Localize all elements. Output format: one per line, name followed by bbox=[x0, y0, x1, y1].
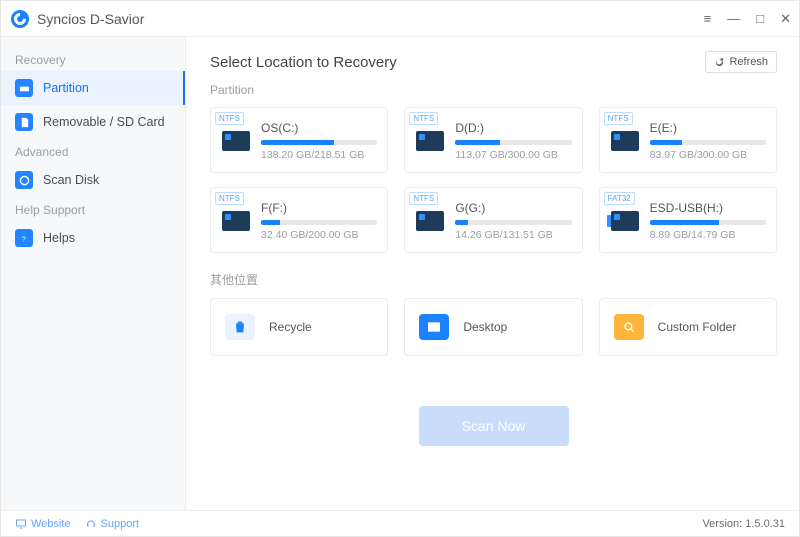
drive-icon bbox=[221, 206, 251, 236]
partition-info: F(F:) 32.40 GB/200.00 GB bbox=[261, 201, 377, 241]
filesystem-badge: NTFS bbox=[215, 112, 244, 125]
headset-icon bbox=[85, 518, 97, 530]
refresh-icon bbox=[714, 57, 725, 68]
minimize-button[interactable]: — bbox=[727, 11, 740, 26]
drive-icon bbox=[610, 126, 640, 156]
partition-icon bbox=[15, 79, 33, 97]
usage-bar bbox=[455, 140, 571, 145]
partition-card-ESD-USB(H:)[interactable]: FAT32 ESD-USB(H:) 8.89 GB/14.79 GB bbox=[599, 187, 777, 253]
sidebar-item-label: Helps bbox=[43, 231, 75, 245]
partition-name: ESD-USB(H:) bbox=[650, 201, 766, 215]
filesystem-badge: NTFS bbox=[409, 192, 438, 205]
scan-icon bbox=[15, 171, 33, 189]
other-locations-grid: Recycle Desktop Custom Folder bbox=[210, 298, 777, 356]
window-controls: ≡ — □ ✕ bbox=[704, 11, 791, 27]
location-card-custom[interactable]: Custom Folder bbox=[599, 298, 777, 356]
partition-card-OS(C:)[interactable]: NTFS OS(C:) 138.20 GB/218.51 GB bbox=[210, 107, 388, 173]
scan-area: Scan Now bbox=[210, 406, 777, 446]
app-logo-icon bbox=[11, 10, 29, 28]
partition-card-F(F:)[interactable]: NTFS F(F:) 32.40 GB/200.00 GB bbox=[210, 187, 388, 253]
app-window: Syncios D-Savior ≡ — □ ✕ Recovery Partit… bbox=[0, 0, 800, 537]
menu-icon[interactable]: ≡ bbox=[704, 11, 712, 26]
sidebar-item-helps[interactable]: ? Helps bbox=[1, 221, 185, 255]
sidebar-item-label: Partition bbox=[43, 81, 89, 95]
title-bar: Syncios D-Savior ≡ — □ ✕ bbox=[1, 1, 799, 37]
drive-icon bbox=[415, 126, 445, 156]
app-body: Recovery Partition Removable / SD Card A… bbox=[1, 37, 799, 510]
version-label: Version: 1.5.0.31 bbox=[702, 518, 785, 530]
drive-icon bbox=[610, 206, 640, 236]
partition-info: E(E:) 83.97 GB/300.00 GB bbox=[650, 121, 766, 161]
partition-section-label: Partition bbox=[210, 83, 777, 97]
page-title: Select Location to Recovery bbox=[210, 54, 397, 71]
close-button[interactable]: ✕ bbox=[780, 11, 791, 27]
usage-bar bbox=[650, 140, 766, 145]
support-label: Support bbox=[101, 518, 140, 530]
sidebar-item-label: Removable / SD Card bbox=[43, 115, 165, 129]
drive-icon bbox=[221, 126, 251, 156]
usage-bar bbox=[455, 220, 571, 225]
partition-card-E(E:)[interactable]: NTFS E(E:) 83.97 GB/300.00 GB bbox=[599, 107, 777, 173]
sidebar: Recovery Partition Removable / SD Card A… bbox=[1, 37, 186, 510]
main-header: Select Location to Recovery Refresh bbox=[210, 51, 777, 73]
partition-info: G(G:) 14.26 GB/131.51 GB bbox=[455, 201, 571, 241]
usage-bar bbox=[650, 220, 766, 225]
partition-info: D(D:) 113.07 GB/300.00 GB bbox=[455, 121, 571, 161]
partition-grid: NTFS OS(C:) 138.20 GB/218.51 GB NTFS D(D:) 11… bbox=[210, 107, 777, 253]
usage-bar bbox=[261, 220, 377, 225]
monitor-icon bbox=[15, 518, 27, 530]
folder-search-icon bbox=[614, 314, 644, 340]
usage-text: 113.07 GB/300.00 GB bbox=[455, 149, 571, 161]
partition-name: E(E:) bbox=[650, 121, 766, 135]
partition-name: G(G:) bbox=[455, 201, 571, 215]
drive-icon bbox=[415, 206, 445, 236]
usage-text: 83.97 GB/300.00 GB bbox=[650, 149, 766, 161]
location-card-recycle[interactable]: Recycle bbox=[210, 298, 388, 356]
refresh-button[interactable]: Refresh bbox=[705, 51, 777, 73]
partition-info: ESD-USB(H:) 8.89 GB/14.79 GB bbox=[650, 201, 766, 241]
recycle-bin-icon bbox=[225, 314, 255, 340]
partition-name: F(F:) bbox=[261, 201, 377, 215]
filesystem-badge: FAT32 bbox=[604, 192, 635, 205]
partition-card-D(D:)[interactable]: NTFS D(D:) 113.07 GB/300.00 GB bbox=[404, 107, 582, 173]
footer-links: Website Support bbox=[15, 518, 139, 530]
usage-text: 8.89 GB/14.79 GB bbox=[650, 229, 766, 241]
footer: Website Support Version: 1.5.0.31 bbox=[1, 510, 799, 536]
sidebar-item-partition[interactable]: Partition bbox=[1, 71, 185, 105]
filesystem-badge: NTFS bbox=[215, 192, 244, 205]
main-panel: Select Location to Recovery Refresh Part… bbox=[186, 37, 799, 510]
maximize-button[interactable]: □ bbox=[756, 11, 764, 26]
filesystem-badge: NTFS bbox=[409, 112, 438, 125]
partition-name: D(D:) bbox=[455, 121, 571, 135]
website-label: Website bbox=[31, 518, 71, 530]
app-title: Syncios D-Savior bbox=[37, 11, 144, 27]
usage-text: 32.40 GB/200.00 GB bbox=[261, 229, 377, 241]
support-link[interactable]: Support bbox=[85, 518, 140, 530]
other-section-label: 其他位置 bbox=[210, 271, 777, 288]
desktop-icon bbox=[419, 314, 449, 340]
sidebar-item-label: Scan Disk bbox=[43, 173, 99, 187]
refresh-label: Refresh bbox=[729, 56, 768, 68]
partition-info: OS(C:) 138.20 GB/218.51 GB bbox=[261, 121, 377, 161]
location-label: Recycle bbox=[269, 320, 312, 334]
partition-card-G(G:)[interactable]: NTFS G(G:) 14.26 GB/131.51 GB bbox=[404, 187, 582, 253]
partition-name: OS(C:) bbox=[261, 121, 377, 135]
location-label: Custom Folder bbox=[658, 320, 737, 334]
svg-text:?: ? bbox=[21, 234, 25, 243]
sidebar-group-help: Help Support bbox=[1, 197, 185, 221]
help-icon: ? bbox=[15, 229, 33, 247]
usage-text: 138.20 GB/218.51 GB bbox=[261, 149, 377, 161]
sidebar-item-scan-disk[interactable]: Scan Disk bbox=[1, 163, 185, 197]
sidebar-group-advanced: Advanced bbox=[1, 139, 185, 163]
location-label: Desktop bbox=[463, 320, 507, 334]
usage-text: 14.26 GB/131.51 GB bbox=[455, 229, 571, 241]
sidebar-group-recovery: Recovery bbox=[1, 47, 185, 71]
sd-card-icon bbox=[15, 113, 33, 131]
scan-now-button[interactable]: Scan Now bbox=[419, 406, 569, 446]
filesystem-badge: NTFS bbox=[604, 112, 633, 125]
usage-bar bbox=[261, 140, 377, 145]
sidebar-item-removable[interactable]: Removable / SD Card bbox=[1, 105, 185, 139]
website-link[interactable]: Website bbox=[15, 518, 71, 530]
location-card-desktop[interactable]: Desktop bbox=[404, 298, 582, 356]
